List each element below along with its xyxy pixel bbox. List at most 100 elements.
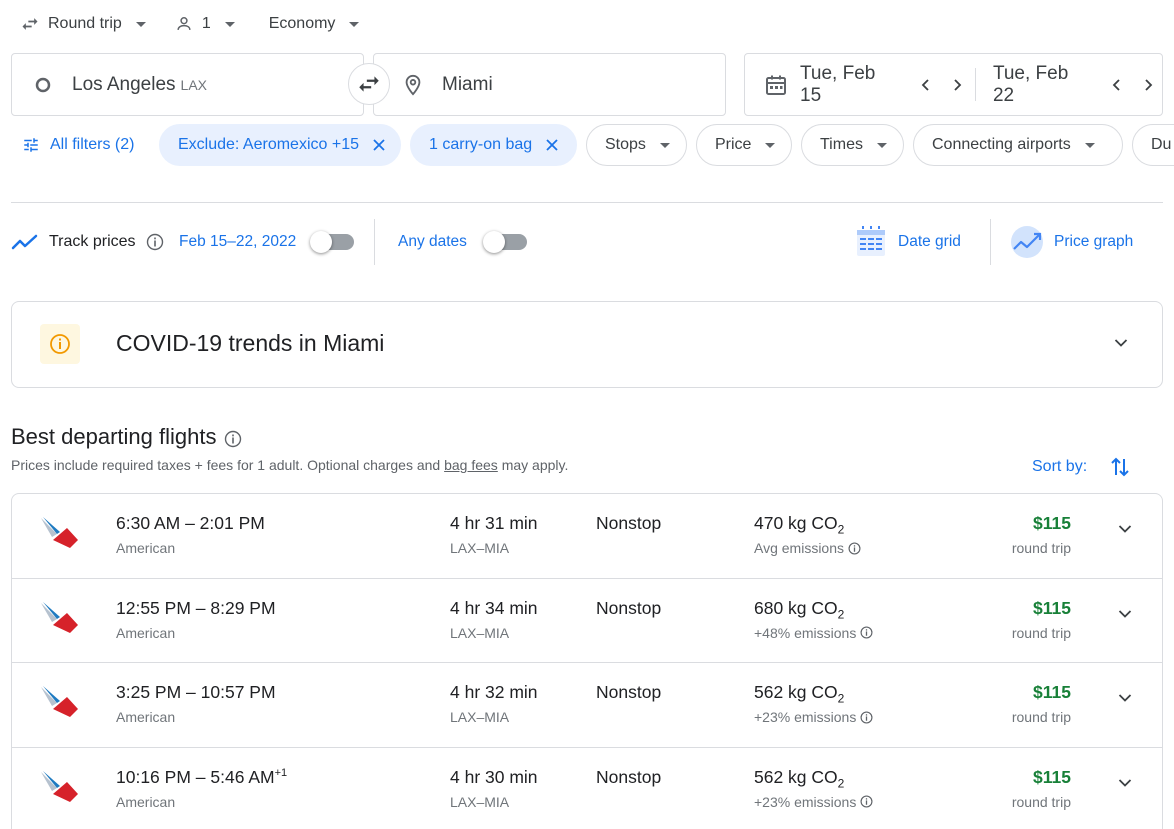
caret-down-icon (659, 142, 670, 148)
co2-amount: 680 kg CO2 (754, 597, 845, 622)
swap-icon (356, 71, 382, 97)
chip-duration[interactable]: Du (1132, 124, 1174, 166)
return-next-button[interactable] (1133, 70, 1162, 100)
cabin-class-select[interactable]: Economy (269, 15, 360, 33)
depart-next-button[interactable] (942, 70, 971, 100)
any-dates-toggle[interactable] (483, 231, 527, 253)
flight-row[interactable]: 3:25 PM – 10:57 PM American 4 hr 32 min … (12, 663, 1162, 748)
info-icon (40, 324, 80, 364)
close-icon[interactable] (546, 139, 558, 151)
person-icon (174, 14, 194, 34)
chip-connecting-airports[interactable]: Connecting airports (913, 124, 1123, 166)
chevron-down-icon[interactable] (1118, 778, 1132, 788)
flight-stops: Nonstop (596, 597, 662, 618)
flight-stops: Nonstop (596, 513, 662, 533)
origin-code: LAX (180, 76, 207, 93)
info-icon (860, 795, 873, 808)
chevron-down-icon[interactable] (1118, 524, 1132, 534)
chip-carry-on[interactable]: 1 carry-on bag (410, 124, 577, 166)
airline-name: American (116, 624, 176, 641)
return-date[interactable]: Tue, Feb 22 (993, 63, 1091, 107)
airline-name: American (116, 540, 176, 556)
info-icon[interactable] (224, 430, 242, 448)
calendar-icon (764, 73, 788, 97)
return-prev-button[interactable] (1102, 70, 1131, 100)
date-grid-label: Date grid (898, 233, 961, 250)
flight-stops: Nonstop (596, 766, 662, 787)
flight-route: LAX–MIA (450, 540, 510, 556)
divider (374, 219, 375, 265)
swap-origin-destination-button[interactable] (348, 63, 390, 105)
price-note: round trip (1011, 540, 1071, 556)
flight-duration: 4 hr 30 min (450, 766, 538, 787)
results-subtitle: Prices include required taxes + fees for… (11, 457, 568, 473)
co2-amount: 562 kg CO2 (754, 766, 845, 791)
filter-bar: All filters (2) Exclude: Aeromexico +15 … (0, 124, 1174, 166)
flight-row[interactable]: 6:30 AM – 2:01 PM American 4 hr 31 min L… (12, 494, 1162, 579)
chevron-down-icon[interactable] (1118, 609, 1132, 619)
covid-title: COVID-19 trends in Miami (116, 330, 385, 356)
origin-field[interactable]: Los Angeles LAX (11, 53, 364, 116)
sort-button[interactable]: Sort by: (1032, 455, 1131, 479)
tracking-date-range: Feb 15–22, 2022 (179, 233, 297, 250)
chevron-down-icon[interactable] (1118, 693, 1132, 703)
date-divider (975, 68, 976, 101)
any-dates-label: Any dates (398, 233, 467, 250)
flight-duration: 4 hr 34 min (450, 597, 538, 618)
flight-row[interactable]: 10:16 PM – 5:46 AM+1 American 4 hr 30 mi… (12, 748, 1162, 829)
date-grid-icon (856, 226, 886, 258)
flights-list: 6:30 AM – 2:01 PM American 4 hr 31 min L… (11, 493, 1163, 829)
bag-fees-link[interactable]: bag fees (444, 457, 498, 473)
price-note: round trip (1011, 793, 1071, 810)
chip-label: 1 carry-on bag (429, 136, 533, 153)
flight-route: LAX–MIA (450, 793, 510, 810)
close-icon[interactable] (373, 139, 385, 151)
co2-amount: 562 kg CO2 (754, 682, 845, 706)
chevron-left-icon (1112, 78, 1120, 91)
chevron-left-icon (921, 78, 929, 91)
chip-exclude-airlines[interactable]: Exclude: Aeromexico +15 (159, 124, 401, 166)
date-grid-button[interactable]: Date grid (856, 222, 961, 262)
price-graph-icon (1010, 225, 1044, 259)
depart-date[interactable]: Tue, Feb 15 (800, 63, 898, 107)
info-icon (860, 626, 873, 639)
passengers-select[interactable]: 1 (174, 14, 235, 34)
divider (990, 219, 991, 265)
chip-price[interactable]: Price (696, 124, 792, 166)
caret-down-icon (349, 21, 360, 27)
chevron-right-icon (1144, 78, 1152, 91)
track-prices-label: Track prices (49, 233, 136, 250)
trip-type-select[interactable]: Round trip (20, 14, 146, 34)
chevron-down-icon[interactable] (1114, 338, 1128, 348)
airline-name: American (116, 709, 176, 725)
subtitle-text: Prices include required taxes + fees for… (11, 457, 445, 473)
caret-down-icon (765, 142, 776, 148)
chip-label: Exclude: Aeromexico +15 (178, 136, 359, 153)
all-filters-label: All filters (2) (50, 136, 135, 153)
destination-city: Miami (442, 73, 493, 95)
flight-route: LAX–MIA (450, 624, 510, 641)
dates-field[interactable]: Tue, Feb 15 Tue, Feb 22 (744, 53, 1163, 116)
price-graph-button[interactable]: Price graph (1010, 222, 1133, 262)
track-prices-toggle[interactable] (310, 231, 354, 253)
depart-prev-button[interactable] (912, 70, 941, 100)
flight-times: 6:30 AM – 2:01 PM (116, 513, 265, 533)
info-icon[interactable] (146, 222, 164, 262)
chip-label: Price (715, 136, 752, 153)
all-filters-button[interactable]: All filters (2) (0, 124, 134, 166)
american-airlines-logo (39, 683, 79, 723)
chip-times[interactable]: Times (801, 124, 904, 166)
flight-duration: 4 hr 31 min (450, 513, 538, 533)
cabin-class-label: Economy (268, 15, 336, 32)
destination-field[interactable]: Miami (373, 53, 726, 116)
circle-icon (34, 76, 52, 94)
divider (11, 202, 1163, 203)
flight-price: $115 (1033, 513, 1071, 533)
chip-label: Times (820, 136, 863, 153)
caret-down-icon (876, 142, 887, 148)
chip-stops[interactable]: Stops (586, 124, 687, 166)
sort-label: Sort by: (1032, 458, 1088, 475)
next-day-indicator: +1 (274, 766, 288, 779)
flight-row[interactable]: 12:55 PM – 8:29 PM American 4 hr 34 min … (12, 579, 1162, 663)
covid-trends-card[interactable]: COVID-19 trends in Miami (11, 301, 1163, 388)
